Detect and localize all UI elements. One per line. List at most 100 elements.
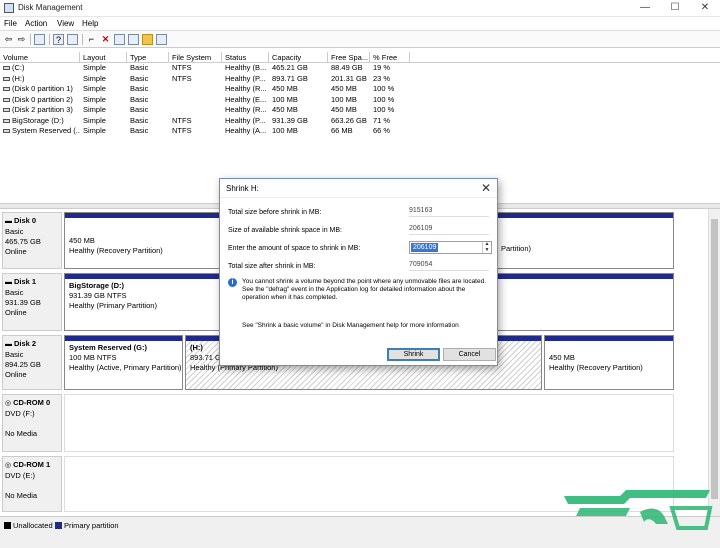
table-cell: Healthy (P... [222, 74, 269, 85]
col-status[interactable]: Status [222, 52, 269, 63]
disk-2-name: Disk 2 [13, 339, 37, 348]
partition-size: 450 MB [69, 236, 95, 245]
cell-text: BigStorage (D:) [12, 115, 64, 125]
cdrom-1-label[interactable]: ◎ CD-ROM 1 DVD (E:) No Media [2, 456, 62, 512]
close-window-button[interactable]: ✕ [690, 0, 720, 16]
table-cell: Simple [80, 126, 127, 137]
table-row[interactable]: (Disk 2 partition 3) Simple Basic Healthy (… [0, 105, 720, 116]
partition-status: Partition) [501, 244, 532, 253]
help-icon[interactable]: ? [53, 34, 64, 45]
window-title: Disk Management [18, 3, 83, 12]
cell-text: 100 % [373, 84, 395, 93]
cell-text: System Reserved (... [12, 126, 80, 135]
spinner-arrows-icon[interactable]: ▲ ▼ [482, 241, 491, 253]
disk-0-label[interactable]: ▬ Disk 0 Basic 465.75 GB Online [2, 212, 62, 269]
connect-icon[interactable]: ⌐ [86, 34, 97, 45]
table-cell: Basic [127, 126, 169, 137]
available-space-value: 206109 [409, 225, 489, 235]
menu-file[interactable]: File [4, 19, 17, 28]
forward-arrow-icon[interactable]: ⇨ [16, 34, 27, 45]
shrink-dialog: Shrink H: ✕ Total size before shrink in … [219, 178, 498, 366]
cdrom-0-media: No Media [5, 429, 38, 438]
table-row[interactable]: (C:) Simple Basic NTFS Healthy (B... 465.21 G… [0, 63, 720, 74]
cell-text: Healthy (E... [225, 94, 267, 104]
table-cell: Simple [80, 95, 127, 106]
disk-1-label[interactable]: ▬ Disk 1 Basic 931.39 GB Online [2, 273, 62, 331]
shrink-amount-stepper[interactable]: 206109 ▲ ▼ [409, 241, 492, 254]
help-text: See "Shrink a basic volume" in Disk Mana… [242, 322, 459, 329]
cell-text: 88.49 GB [331, 63, 363, 72]
menu-help[interactable]: Help [82, 19, 98, 28]
menu-view[interactable]: View [57, 19, 74, 28]
menu-bar: File Action View Help [0, 17, 720, 31]
maximize-button[interactable]: ☐ [660, 0, 690, 16]
properties-icon[interactable] [67, 34, 78, 45]
disk-2-recovery-partition[interactable]: 450 MB Healthy (Recovery Partition) [544, 335, 674, 390]
table-cell: (Disk 2 partition 3) [0, 105, 80, 116]
cell-text: 450 MB [331, 84, 357, 93]
table-cell: 19 % [370, 63, 410, 74]
table-row[interactable]: (Disk 0 partition 1) Simple Basic Healthy (… [0, 84, 720, 95]
disk-0-recovery-partition[interactable]: 450 MB Healthy (Recovery Partition) [64, 212, 224, 269]
cell-text: Basic [130, 84, 149, 93]
cell-text: (Disk 0 partition 1) [12, 84, 73, 93]
shrink-amount-value[interactable]: 206109 [411, 243, 439, 252]
table-cell: (Disk 0 partition 2) [0, 95, 80, 106]
table-row[interactable]: (H:) Simple Basic NTFS Healthy (P... 893.71 G… [0, 74, 720, 85]
table-cell: Basic [127, 95, 169, 106]
table-cell: (Disk 0 partition 1) [0, 84, 80, 95]
cell-text: 100 % [373, 105, 395, 114]
minimize-button[interactable]: — [630, 0, 660, 16]
cell-text: 893.71 GB [272, 73, 308, 83]
col-free-space[interactable]: Free Spa... [328, 52, 370, 63]
disk-0-name: Disk 0 [13, 216, 37, 225]
delete-icon[interactable]: ✕ [100, 34, 111, 45]
cancel-button[interactable]: Cancel [443, 348, 496, 361]
table-cell: 893.71 GB [269, 74, 328, 85]
dialog-close-icon[interactable]: ✕ [481, 181, 491, 195]
col-layout[interactable]: Layout [80, 52, 127, 63]
disk-0-c-partition[interactable]: Partition) [494, 212, 674, 269]
col-filesystem[interactable]: File System [169, 52, 222, 63]
cell-text: Simple [83, 126, 106, 135]
table-row[interactable]: (Disk 0 partition 2) Simple Basic Healthy (… [0, 95, 720, 106]
table-cell: NTFS [169, 63, 222, 74]
table-row[interactable]: System Reserved (... Simple Basic NTFS Healt… [0, 126, 720, 137]
folder-icon[interactable] [142, 34, 153, 45]
disk-2-size: 894.25 GB [5, 360, 41, 369]
partition-status: Healthy (Recovery Partition) [549, 363, 643, 372]
col-percent-free[interactable]: % Free [370, 52, 410, 63]
enter-amount-label: Enter the amount of space to shrink in M… [228, 245, 361, 252]
cdrom-0-label[interactable]: ◎ CD-ROM 0 DVD (F:) No Media [2, 394, 62, 452]
disk-2-system-reserved-partition[interactable]: System Reserved (G:) 100 MB NTFS Healthy… [64, 335, 183, 390]
shrink-button[interactable]: Shrink [387, 348, 440, 361]
partition-name: BigStorage (D:) [69, 281, 124, 290]
table-cell: Basic [127, 63, 169, 74]
partition-name: System Reserved (G:) [69, 343, 147, 352]
disk-2-type: Basic [5, 350, 24, 359]
cdrom-0-drive: DVD (F:) [5, 409, 35, 418]
volume-icon [3, 118, 10, 123]
col-volume[interactable]: Volume [0, 52, 80, 63]
table-row[interactable]: BigStorage (D:) Simple Basic NTFS Healthy (P… [0, 116, 720, 127]
table-cell: Healthy (P... [222, 116, 269, 127]
col-capacity[interactable]: Capacity [269, 52, 328, 63]
cell-text: Basic [130, 105, 149, 114]
view-list-icon[interactable] [156, 34, 167, 45]
vertical-scrollbar[interactable] [708, 209, 720, 516]
menu-action[interactable]: Action [25, 19, 47, 28]
disk-1-partition-continued[interactable] [494, 273, 674, 331]
table-cell: 931.39 GB [269, 116, 328, 127]
table-cell: Healthy (A... [222, 126, 269, 137]
volume-icon [3, 97, 10, 102]
console-tree-icon[interactable] [34, 34, 45, 45]
scrollbar-thumb[interactable] [711, 219, 718, 499]
col-type[interactable]: Type [127, 52, 169, 63]
disk-2-label[interactable]: ▬ Disk 2 Basic 894.25 GB Online [2, 335, 62, 390]
cell-text: 201.31 GB [331, 73, 367, 83]
checklist-icon[interactable] [114, 34, 125, 45]
disk-1-bigstorage-partition[interactable]: BigStorage (D:) 931.39 GB NTFS Healthy (… [64, 273, 224, 331]
back-arrow-icon[interactable]: ⇦ [3, 34, 14, 45]
export-icon[interactable] [128, 34, 139, 45]
table-cell: NTFS [169, 74, 222, 85]
